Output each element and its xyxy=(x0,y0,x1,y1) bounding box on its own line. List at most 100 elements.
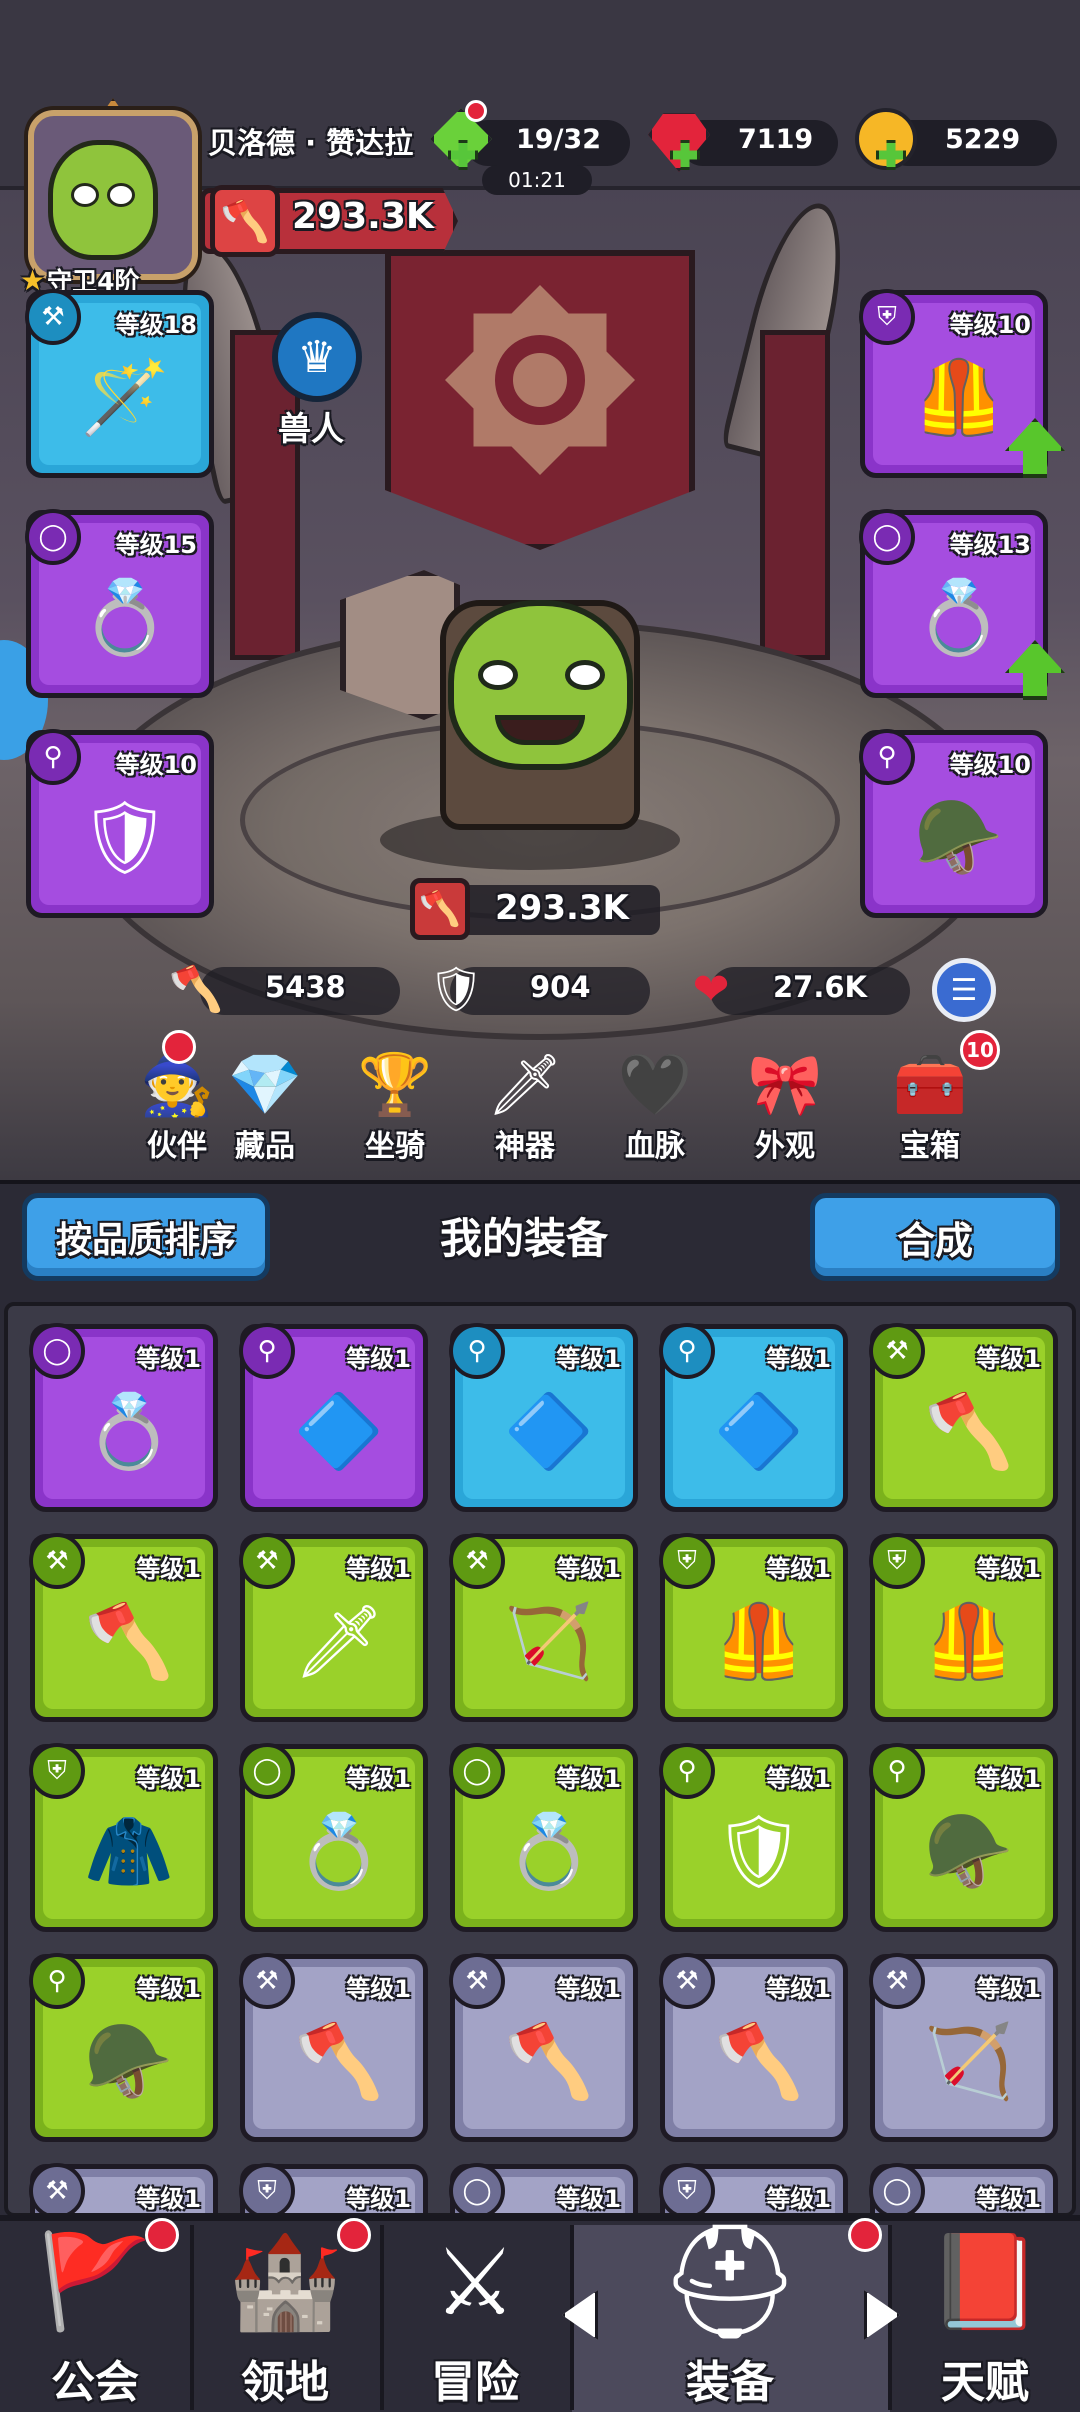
gold-coin-icon xyxy=(855,108,917,170)
item-level: 等级1 xyxy=(556,1555,621,1583)
ring-icon: 💍 xyxy=(504,1808,594,1893)
armor-icon: 🦺 xyxy=(924,1598,1014,1683)
item-level: 等级1 xyxy=(976,1975,1041,2003)
amulet-icon: 🔷 xyxy=(294,1388,384,1473)
feature-artifact[interactable]: 🗡 神器 xyxy=(470,1045,580,1165)
notification-dot xyxy=(848,2218,882,2252)
bloodline-icon: 🖤 xyxy=(617,1049,693,1120)
equip-slot-ring-left[interactable]: ◯ 等级15 💍 xyxy=(25,509,214,698)
vest-icon: 🧥 xyxy=(84,1808,174,1893)
notification-dot xyxy=(145,2218,179,2252)
pillar-decoration xyxy=(760,330,830,660)
inventory-item[interactable]: ⚒等级1🪓 xyxy=(29,2163,218,2213)
notification-dot xyxy=(337,2218,371,2252)
item-level: 等级1 xyxy=(136,1765,201,1793)
inventory-title: 我的装备 xyxy=(440,1214,609,1263)
inventory-item[interactable]: ⚲ 等级1 🪖 xyxy=(29,1953,218,2142)
armor-type-icon: ⛨ xyxy=(659,2163,715,2213)
armor-type-icon: ⛨ xyxy=(859,289,915,345)
item-level: 等级1 xyxy=(556,1765,621,1793)
inventory-item[interactable]: ◯ 等级1 💍 xyxy=(449,1743,638,1932)
nav-territory[interactable]: 🏰 领地 xyxy=(210,2222,360,2412)
inventory-item[interactable]: ⛨等级1🦺 xyxy=(239,2163,428,2213)
item-level: 等级1 xyxy=(346,1765,411,1793)
amulet-type-icon: ⚲ xyxy=(869,1743,925,1799)
nav-equipment[interactable]: ⛑ 装备 xyxy=(620,2216,840,2412)
slot-level: 等级10 xyxy=(115,751,197,779)
sort-by-quality-button[interactable]: 按品质排序 xyxy=(22,1193,270,1281)
inventory-item[interactable]: ◯等级1💍 xyxy=(869,2163,1058,2213)
energy-value: 19/32 xyxy=(516,124,602,155)
axe-type-icon: ⚒ xyxy=(659,1953,715,2009)
orc-crest-icon[interactable]: ♛ xyxy=(272,312,362,402)
nav-guild[interactable]: 🚩 公会 xyxy=(20,2222,170,2412)
item-level: 等级1 xyxy=(556,1345,621,1373)
feature-outfit[interactable]: 🎀 外观 xyxy=(730,1045,840,1165)
slot-level: 等级13 xyxy=(949,531,1031,559)
item-level: 等级1 xyxy=(976,1345,1041,1373)
ring-type-icon: ◯ xyxy=(449,1743,505,1799)
hero-eye xyxy=(478,660,518,690)
spear-icon: 🗡 xyxy=(293,1598,385,1683)
merge-button[interactable]: 合成 xyxy=(810,1193,1060,1281)
axe-icon: 🪓 xyxy=(714,2018,804,2103)
nav-label: 装备 xyxy=(686,2357,774,2408)
inventory-item[interactable]: ◯等级1💍 xyxy=(29,1323,218,1512)
inventory-item[interactable]: ◯等级1💍 xyxy=(239,1743,428,1932)
stats-list-button[interactable]: ☰ xyxy=(932,958,996,1022)
feature-mount[interactable]: 🏆 坐骑 xyxy=(340,1045,450,1165)
ring-icon: 💍 xyxy=(914,574,1004,659)
axe-type-icon: ⚒ xyxy=(239,1953,295,2009)
equip-slot-amulet-left[interactable]: ⚲ 等级10 🛡 xyxy=(25,729,214,918)
axe-icon: 🪓 xyxy=(924,1388,1014,1473)
item-level: 等级1 xyxy=(136,1345,201,1373)
item-level: 等级1 xyxy=(766,2185,831,2213)
inventory-item[interactable]: ⚒等级1🪓 xyxy=(449,1953,638,2142)
equip-slot-weapon[interactable]: ⚒ 等级18 🪄 xyxy=(25,289,214,478)
inventory-item[interactable]: ⚒ 等级1 🏹 xyxy=(449,1533,638,1722)
crystal-icon: 💎 xyxy=(227,1049,303,1120)
inventory-item[interactable]: ⛨等级1🦺 xyxy=(659,1533,848,1722)
inventory-item[interactable]: ⚲ 等级1 🛡 xyxy=(659,1743,848,1932)
inventory-item[interactable]: ⚲ 等级1 🔷 xyxy=(239,1323,428,1512)
inventory-item[interactable]: ⚒等级1🪓 xyxy=(869,1323,1058,1512)
feature-collection[interactable]: 💎 藏品 xyxy=(210,1045,320,1165)
helmet-icon: 🪖 xyxy=(924,1808,1014,1893)
amulet-icon: 🔷 xyxy=(714,1388,804,1473)
inventory-item[interactable]: ⚲ 等级1 🪖 xyxy=(869,1743,1058,1932)
feature-bloodline[interactable]: 🖤 血脉 xyxy=(600,1045,710,1165)
mount-icon: 🏆 xyxy=(357,1049,433,1120)
inventory-item[interactable]: ⛨等级1🦺 xyxy=(659,2163,848,2213)
inventory-item[interactable]: ⚒等级1🪓 xyxy=(659,1953,848,2142)
notification-dot xyxy=(465,100,487,122)
inventory-item[interactable]: ⚒等级1🪓 xyxy=(239,1953,428,2142)
power-axe-icon: 🪓 xyxy=(210,185,280,257)
chest-count-badge: 10 xyxy=(960,1030,1000,1070)
ring-type-icon: ◯ xyxy=(859,509,915,565)
inventory-item[interactable]: ⚲ 等级1 🔷 xyxy=(659,1323,848,1512)
item-level: 等级1 xyxy=(346,1555,411,1583)
helmet-icon: 🪖 xyxy=(84,2018,174,2103)
nav-adventure[interactable]: ⚔ 冒险 xyxy=(400,2222,550,2412)
amulet-type-icon: ⚲ xyxy=(659,1743,715,1799)
inventory-item[interactable]: ⚒ 等级1 🏹 xyxy=(869,1953,1058,2142)
inventory-item[interactable]: ⛨等级1🦺 xyxy=(869,1533,1058,1722)
item-level: 等级1 xyxy=(136,1555,201,1583)
mask-icon: 🛡 xyxy=(713,1808,805,1893)
outfit-icon: 🎀 xyxy=(747,1049,823,1120)
inventory-item[interactable]: ◯等级1💍 xyxy=(449,2163,638,2213)
armor-icon: 🦺 xyxy=(714,1598,804,1683)
amulet-type-icon: ⚲ xyxy=(29,1953,85,2009)
inventory-item[interactable]: ⚲ 等级1 🔷 xyxy=(449,1323,638,1512)
item-level: 等级1 xyxy=(766,1555,831,1583)
notification-dot xyxy=(162,1030,196,1064)
helmet-icon: ⛑ xyxy=(658,2216,802,2347)
item-level: 等级1 xyxy=(136,2185,201,2213)
nav-talent[interactable]: 📕 天赋 xyxy=(910,2222,1060,2412)
inventory-item[interactable]: ⚒等级1🪓 xyxy=(29,1533,218,1722)
armor-type-icon: ⛨ xyxy=(869,1533,925,1589)
inventory-item[interactable]: ⛨ 等级1 🧥 xyxy=(29,1743,218,1932)
equip-slot-amulet-right[interactable]: ⚲ 等级10 🪖 xyxy=(859,729,1048,918)
inventory-grid[interactable]: ◯ 等级1 💍 ⚲ 等级1 🔷 ⚲ 等级1 🔷 ⚲ 等级1 🔷 ⚒ 等级1 🪓 ⚒ 等级1 🪓 ⚒ 等级1 🗡 ⚒ 等级1 🏹… xyxy=(4,1302,1076,2217)
inventory-item[interactable]: ⚒ 等级1 🗡 xyxy=(239,1533,428,1722)
